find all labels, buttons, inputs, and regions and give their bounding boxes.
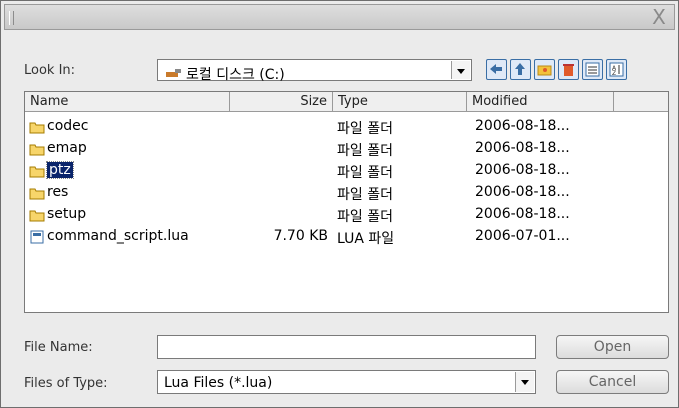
file-modified: 2006-08-18...	[475, 140, 570, 156]
file-type-label: Files of Type:	[24, 376, 108, 391]
file-name: res	[47, 184, 69, 200]
file-type: LUA 파일	[337, 231, 395, 247]
new-folder-icon	[535, 65, 554, 83]
file-type-dropdown-arrow[interactable]	[515, 372, 534, 392]
title-grip	[9, 11, 14, 25]
title-bar[interactable]: X	[4, 4, 675, 30]
file-row[interactable]: res 파일 폴더 2006-08-18...	[25, 182, 668, 204]
folder-icon	[29, 208, 45, 226]
file-size: 7.70 KB	[273, 228, 328, 244]
file-type: 파일 폴더	[337, 187, 393, 203]
file-name: emap	[47, 140, 87, 156]
file-row[interactable]: command_script.lua 7.70 KB LUA 파일 2006-07-0…	[25, 226, 668, 248]
file-name: ptz	[46, 161, 74, 179]
back-icon	[487, 64, 506, 83]
column-header-size[interactable]: Size	[230, 92, 333, 112]
back-button[interactable]	[486, 59, 507, 80]
file-icon	[29, 230, 45, 248]
file-list[interactable]: Name Size Type Modified codec 파일 폴더 2006-0…	[24, 91, 669, 313]
file-name-label: File Name:	[24, 340, 93, 355]
file-modified: 2006-08-18...	[475, 184, 570, 200]
column-header-modified[interactable]: Modified	[467, 92, 614, 112]
look-in-combo[interactable]: 로컬 디스크 (C:)	[157, 59, 472, 83]
folder-icon	[29, 186, 45, 204]
look-in-dropdown-arrow[interactable]	[451, 61, 470, 79]
file-modified: 2006-08-18...	[475, 162, 570, 178]
delete-icon	[559, 64, 578, 83]
up-folder-icon	[511, 63, 530, 83]
file-name-input[interactable]	[157, 335, 536, 359]
file-type: 파일 폴더	[337, 143, 393, 159]
file-modified: 2006-08-18...	[475, 206, 570, 222]
list-view-button[interactable]	[582, 59, 603, 80]
list-view-icon	[583, 62, 602, 83]
file-name: setup	[47, 206, 87, 222]
folder-icon	[29, 164, 45, 182]
new-folder-button[interactable]	[534, 59, 555, 80]
file-type: 파일 폴더	[337, 121, 393, 137]
details-view-button[interactable]: AZ	[606, 59, 627, 80]
file-open-dialog: X Look In: 로컬 디스크 (C:) AZ Name Size Type…	[0, 0, 679, 408]
column-header-filler	[614, 92, 668, 112]
drive-icon	[166, 66, 182, 82]
file-type: 파일 폴더	[337, 209, 393, 225]
cancel-button[interactable]: Cancel	[556, 370, 669, 394]
column-header-name[interactable]: Name	[25, 92, 230, 112]
file-name: command_script.lua	[47, 228, 189, 244]
file-type-combo[interactable]: Lua Files (*.lua)	[157, 370, 536, 394]
file-type-value: Lua Files (*.lua)	[164, 375, 273, 391]
delete-button[interactable]	[558, 59, 579, 80]
file-row[interactable]: codec 파일 폴더 2006-08-18...	[25, 116, 668, 138]
details-view-icon: AZ	[607, 62, 626, 83]
look-in-label: Look In:	[24, 63, 76, 78]
file-modified: 2006-07-01...	[475, 228, 570, 244]
close-button[interactable]: X	[648, 6, 670, 28]
folder-icon	[29, 142, 45, 160]
file-modified: 2006-08-18...	[475, 118, 570, 134]
column-header-type[interactable]: Type	[333, 92, 467, 112]
look-in-value: 로컬 디스크 (C:)	[186, 67, 285, 83]
file-name: codec	[47, 118, 89, 134]
folder-icon	[29, 120, 45, 138]
up-folder-button[interactable]	[510, 59, 531, 80]
file-row[interactable]: ptz 파일 폴더 2006-08-18...	[25, 160, 668, 182]
open-button[interactable]: Open	[556, 335, 669, 359]
file-row[interactable]: emap 파일 폴더 2006-08-18...	[25, 138, 668, 160]
file-row[interactable]: setup 파일 폴더 2006-08-18...	[25, 204, 668, 226]
file-type: 파일 폴더	[337, 165, 393, 181]
svg-text:Z: Z	[612, 70, 616, 77]
